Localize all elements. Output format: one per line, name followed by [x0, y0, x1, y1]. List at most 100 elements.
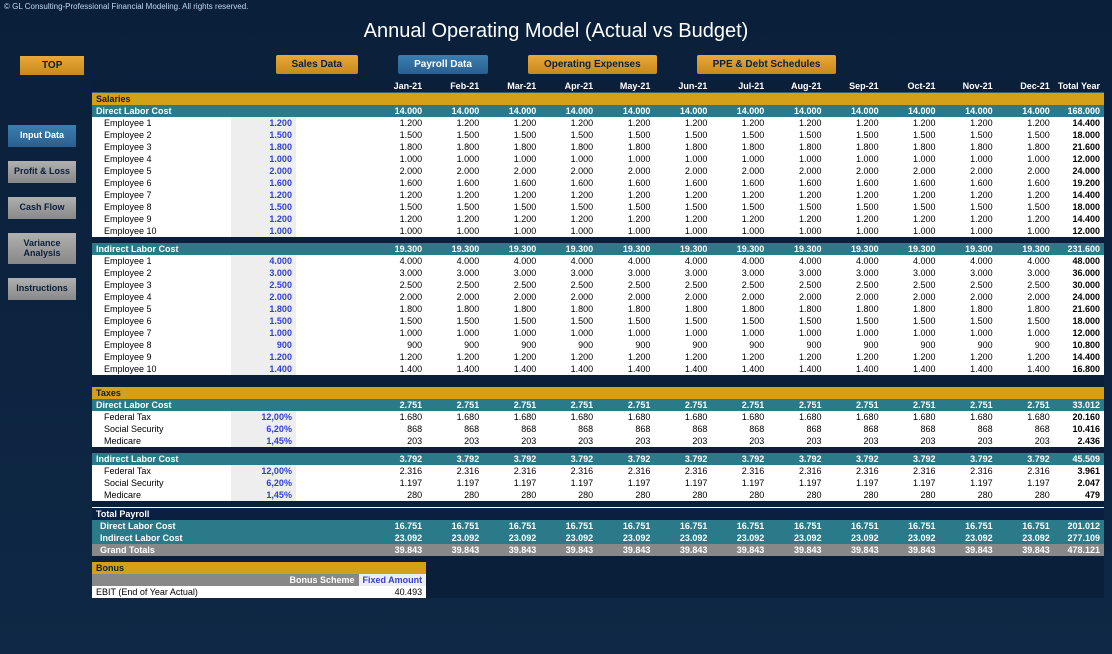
row-month: 1.800: [768, 141, 825, 153]
row-input[interactable]: 12,00%: [231, 411, 296, 423]
nav-payroll-data[interactable]: Payroll Data: [398, 55, 488, 74]
subsection-month: 3.792: [997, 453, 1054, 465]
row-month: 1.200: [597, 351, 654, 363]
total-row-month: 39.843: [483, 544, 540, 556]
row-month: 1.500: [483, 315, 540, 327]
row-input[interactable]: 1.000: [231, 327, 296, 339]
bonus-fixed-value[interactable]: Fixed Amount: [359, 574, 427, 586]
row-label: Employee 4: [92, 153, 231, 165]
row-input[interactable]: 900: [231, 339, 296, 351]
row-month: 1.400: [597, 363, 654, 375]
subsection-month: 14.000: [825, 105, 882, 117]
total-row-month: 23.092: [825, 532, 882, 544]
row-input[interactable]: 6,20%: [231, 423, 296, 435]
row-month: 1.500: [997, 315, 1054, 327]
total-row-month: 23.092: [654, 532, 711, 544]
ebit-label: EBIT (End of Year Actual): [92, 586, 359, 598]
row-input[interactable]: 2.500: [231, 279, 296, 291]
row-month: 2.316: [997, 465, 1054, 477]
row-month: 2.500: [426, 279, 483, 291]
month-header: Dec-21: [997, 80, 1054, 93]
row-month: 900: [540, 339, 597, 351]
row-input[interactable]: 12,00%: [231, 465, 296, 477]
row-input[interactable]: 6,20%: [231, 477, 296, 489]
side-instructions[interactable]: Instructions: [8, 278, 76, 300]
row-month: 1.000: [483, 327, 540, 339]
nav-sales-data[interactable]: Sales Data: [276, 55, 359, 74]
row-input[interactable]: 2.000: [231, 291, 296, 303]
row-input[interactable]: 3.000: [231, 267, 296, 279]
row-total: 21.600: [1054, 141, 1104, 153]
row-month: 280: [597, 489, 654, 501]
subsection-month: 2.751: [939, 399, 996, 411]
section-header: Taxes: [92, 387, 1104, 399]
row-input[interactable]: 1.200: [231, 213, 296, 225]
month-header: Sep-21: [825, 80, 882, 93]
subsection-header: Direct Labor Cost: [92, 399, 359, 411]
side-variance[interactable]: Variance Analysis: [8, 233, 76, 265]
subsection-month: 3.792: [768, 453, 825, 465]
row-input[interactable]: 1.000: [231, 225, 296, 237]
row-month: 1.000: [359, 225, 427, 237]
row-input[interactable]: 2.000: [231, 165, 296, 177]
row-input[interactable]: 1.800: [231, 141, 296, 153]
row-month: 900: [597, 339, 654, 351]
side-profit-loss[interactable]: Profit & Loss: [8, 161, 76, 183]
row-month: 1.680: [883, 411, 940, 423]
row-input[interactable]: 1.500: [231, 201, 296, 213]
ebit-value: 40.493: [359, 586, 427, 598]
row-total: 36.000: [1054, 267, 1104, 279]
row-month: 1.000: [883, 153, 940, 165]
row-input[interactable]: 1,45%: [231, 435, 296, 447]
row-input[interactable]: 1.200: [231, 117, 296, 129]
row-month: 1.680: [654, 411, 711, 423]
row-month: 1.200: [939, 189, 996, 201]
row-month: 1.680: [997, 411, 1054, 423]
row-input[interactable]: 1.800: [231, 303, 296, 315]
row-month: 1.800: [997, 141, 1054, 153]
row-input[interactable]: 1.200: [231, 351, 296, 363]
row-month: 1.000: [939, 153, 996, 165]
row-month: 868: [939, 423, 996, 435]
subsection-year: 231.600: [1054, 243, 1104, 255]
top-button[interactable]: TOP: [20, 56, 84, 75]
subsection-month: 2.751: [825, 399, 882, 411]
row-month: 1.500: [359, 315, 427, 327]
row-month: 1.400: [883, 363, 940, 375]
total-row-month: 23.092: [597, 532, 654, 544]
row-total: 48.000: [1054, 255, 1104, 267]
nav-operating-expenses[interactable]: Operating Expenses: [528, 55, 657, 74]
total-payroll-header: Total Payroll: [92, 508, 1104, 521]
row-month: 1.800: [654, 303, 711, 315]
row-month: 1.197: [359, 477, 427, 489]
side-input-data[interactable]: Input Data: [8, 125, 76, 147]
row-month: 1.000: [768, 225, 825, 237]
row-input[interactable]: 4.000: [231, 255, 296, 267]
row-input[interactable]: 1.500: [231, 315, 296, 327]
side-cash-flow[interactable]: Cash Flow: [8, 197, 76, 219]
row-input[interactable]: 1.600: [231, 177, 296, 189]
row-input[interactable]: 1.500: [231, 129, 296, 141]
row-month: 900: [768, 339, 825, 351]
row-input[interactable]: 1.400: [231, 363, 296, 375]
payroll-table: Jan-21Feb-21Mar-21Apr-21May-21Jun-21Jul-…: [92, 80, 1104, 598]
row-input[interactable]: 1.000: [231, 153, 296, 165]
row-input[interactable]: 1,45%: [231, 489, 296, 501]
total-row-month: 16.751: [597, 520, 654, 532]
row-input[interactable]: 1.200: [231, 189, 296, 201]
subsection-month: 3.792: [711, 453, 768, 465]
nav-ppe-debt[interactable]: PPE & Debt Schedules: [697, 55, 837, 74]
month-header: Feb-21: [426, 80, 483, 93]
row-total: 18.000: [1054, 129, 1104, 141]
row-month: 3.000: [711, 267, 768, 279]
row-month: 1.800: [997, 303, 1054, 315]
row-label: Social Security: [92, 477, 231, 489]
subsection-year: 33.012: [1054, 399, 1104, 411]
total-row-year: 201.012: [1054, 520, 1104, 532]
row-month: 1.800: [483, 303, 540, 315]
row-total: 14.400: [1054, 351, 1104, 363]
row-label: Employee 5: [92, 303, 231, 315]
row-month: 1.000: [483, 225, 540, 237]
row-month: 1.197: [883, 477, 940, 489]
row-month: 900: [359, 339, 427, 351]
